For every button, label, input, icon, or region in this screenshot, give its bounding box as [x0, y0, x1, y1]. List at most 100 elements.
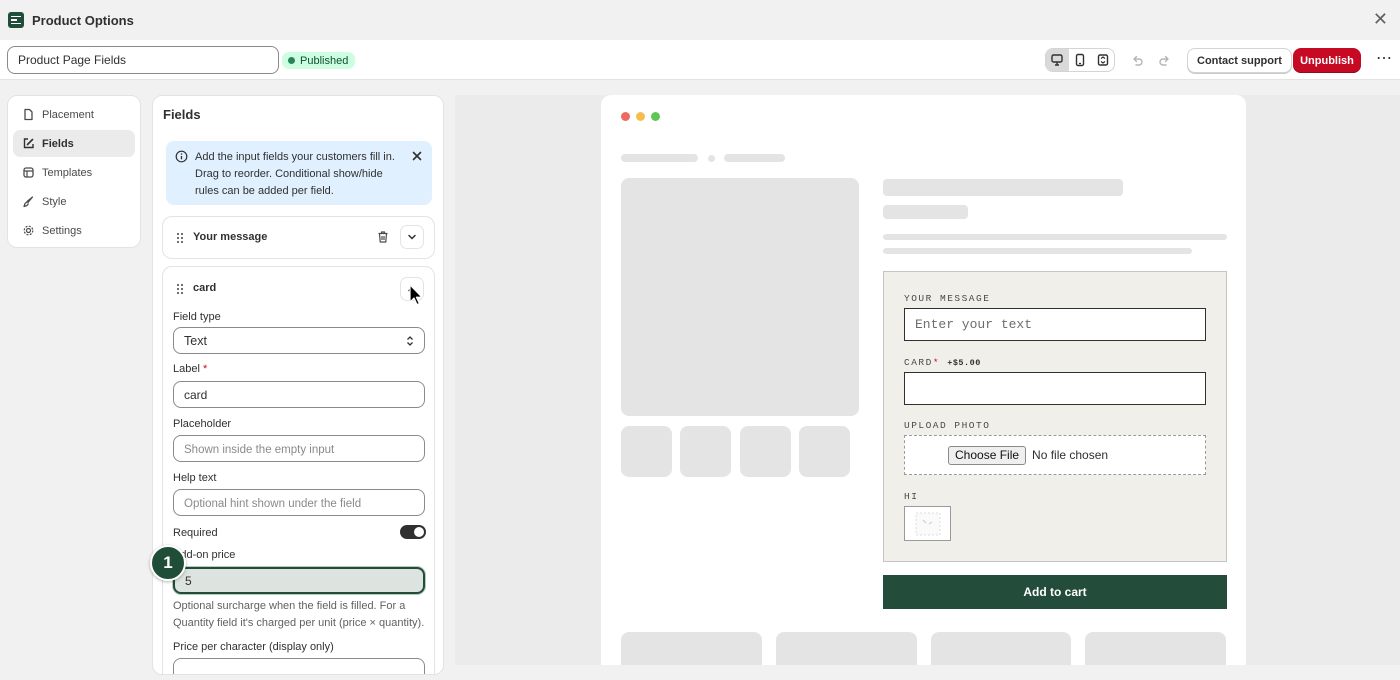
- chevron-down-icon: [408, 234, 416, 240]
- price-per-character-label: Price per character (display only): [173, 641, 334, 653]
- help-text-label: Help text: [173, 472, 217, 484]
- card-addon-price: +$5.00: [947, 358, 981, 368]
- placeholder-label: Placeholder: [173, 418, 232, 430]
- card-field-label: CARD* +$5.00: [904, 357, 981, 368]
- toolbar: Published Contact support Unpublish ⋯: [0, 40, 1400, 80]
- trash-icon[interactable]: [376, 230, 390, 244]
- fields-panel: Fields Add the input fields your custome…: [152, 95, 444, 675]
- message-field-input[interactable]: [904, 308, 1206, 341]
- sidebar-nav: Placement Fields Templates Style Setting…: [7, 95, 141, 248]
- related-product-skeleton: [1085, 632, 1226, 665]
- close-window-icon[interactable]: ✕: [1373, 10, 1388, 28]
- gear-icon: [23, 225, 34, 236]
- addon-price-input[interactable]: [173, 567, 425, 594]
- info-text: Add the input fields your customers fill…: [195, 151, 395, 197]
- hi-image-swatch[interactable]: [904, 506, 951, 541]
- breadcrumb-separator-skeleton: [708, 155, 715, 162]
- fullscreen-view-button[interactable]: [1091, 49, 1114, 71]
- field-card-your-message: Your message: [162, 216, 435, 259]
- breadcrumb-skeleton: [621, 154, 698, 162]
- card-field-label-text: CARD: [904, 357, 933, 368]
- drag-handle-icon[interactable]: [176, 283, 184, 295]
- status-dot: [288, 57, 295, 64]
- thumbnail-skeleton: [680, 426, 731, 477]
- card-required-star: *: [932, 357, 941, 368]
- status-text: Published: [300, 54, 349, 67]
- close-dot: [621, 112, 630, 121]
- desktop-view-button[interactable]: [1046, 49, 1069, 71]
- more-actions-icon[interactable]: ⋯: [1376, 51, 1393, 67]
- app-icon: [8, 12, 24, 28]
- required-label: Required: [173, 527, 218, 539]
- storefront-preview: YOUR MESSAGE CARD* +$5.00 UPLOAD PHOTO C…: [601, 95, 1246, 665]
- hi-field-label: HI: [904, 491, 919, 502]
- message-field-label: YOUR MESSAGE: [904, 293, 991, 304]
- mobile-icon: [1075, 53, 1085, 67]
- product-price-skeleton: [883, 205, 968, 219]
- upload-photo-dropzone[interactable]: Choose File No file chosen: [904, 435, 1206, 475]
- window-controls: [621, 112, 660, 121]
- sidebar-item-label: Templates: [42, 166, 93, 179]
- templates-icon: [23, 167, 34, 178]
- label-input[interactable]: [173, 381, 425, 408]
- expand-icon: [1097, 54, 1108, 66]
- unpublish-button[interactable]: Unpublish: [1293, 48, 1361, 73]
- sidebar-item-style[interactable]: Style: [13, 188, 135, 215]
- upload-photo-label: UPLOAD PHOTO: [904, 420, 991, 431]
- field-title: Your message: [193, 231, 268, 243]
- view-toggle: [1045, 48, 1115, 72]
- related-product-skeleton: [621, 632, 762, 665]
- option-set-name-input[interactable]: [7, 46, 279, 74]
- image-placeholder-icon: [915, 512, 940, 535]
- panel-title: Fields: [163, 107, 201, 122]
- window-title: Product Options: [32, 12, 134, 28]
- select-arrows-icon: [407, 335, 413, 346]
- mobile-view-button[interactable]: [1069, 49, 1092, 71]
- info-icon: [175, 150, 188, 163]
- expand-field-button[interactable]: [400, 225, 424, 249]
- maximize-dot: [651, 112, 660, 121]
- addon-price-help: Optional surcharge when the field is fil…: [173, 600, 425, 629]
- help-text-input[interactable]: [173, 489, 425, 516]
- required-asterisk: *: [202, 363, 208, 375]
- choose-file-button[interactable]: Choose File: [948, 445, 1027, 465]
- required-toggle[interactable]: [400, 525, 426, 539]
- sidebar-item-settings[interactable]: Settings: [13, 217, 135, 244]
- description-skeleton: [883, 234, 1227, 240]
- no-file-text: No file chosen: [1032, 448, 1109, 462]
- sidebar-item-placement[interactable]: Placement: [13, 101, 135, 128]
- sidebar-item-label: Placement: [42, 108, 94, 121]
- related-product-skeleton: [931, 632, 1071, 665]
- sidebar-item-label: Settings: [42, 224, 82, 237]
- desktop-icon: [1051, 54, 1064, 66]
- field-title: card: [193, 282, 217, 294]
- minimize-dot: [636, 112, 645, 121]
- product-image-skeleton: [621, 178, 859, 416]
- product-options-form: YOUR MESSAGE CARD* +$5.00 UPLOAD PHOTO C…: [883, 271, 1227, 562]
- sidebar-item-templates[interactable]: Templates: [13, 159, 135, 186]
- breadcrumb-skeleton: [724, 154, 785, 162]
- product-title-skeleton: [883, 179, 1123, 196]
- thumbnail-skeleton: [799, 426, 850, 477]
- title-bar: Product Options ✕: [0, 0, 1400, 40]
- edit-icon: [23, 138, 34, 149]
- contact-support-button[interactable]: Contact support: [1187, 48, 1292, 73]
- thumbnail-skeleton: [740, 426, 791, 477]
- field-type-select[interactable]: Text: [173, 327, 425, 354]
- price-per-character-input[interactable]: [173, 658, 425, 674]
- field-card-card: card Field type Text Label * Placeholder…: [162, 266, 435, 674]
- dismiss-banner-icon[interactable]: [411, 150, 423, 162]
- add-to-cart-button[interactable]: Add to cart: [883, 575, 1227, 609]
- file-icon: [24, 108, 33, 121]
- label-label-text: Label: [173, 363, 200, 375]
- placeholder-input[interactable]: [173, 435, 425, 462]
- undo-icon[interactable]: [1129, 52, 1145, 68]
- drag-handle-icon[interactable]: [176, 232, 184, 244]
- step-number-badge: 1: [150, 545, 186, 581]
- redo-icon[interactable]: [1157, 52, 1173, 68]
- sidebar-item-fields[interactable]: Fields: [13, 130, 135, 157]
- label-label: Label *: [173, 363, 207, 375]
- related-product-skeleton: [776, 632, 917, 665]
- sidebar-item-label: Fields: [42, 137, 74, 150]
- card-field-input[interactable]: [904, 372, 1206, 405]
